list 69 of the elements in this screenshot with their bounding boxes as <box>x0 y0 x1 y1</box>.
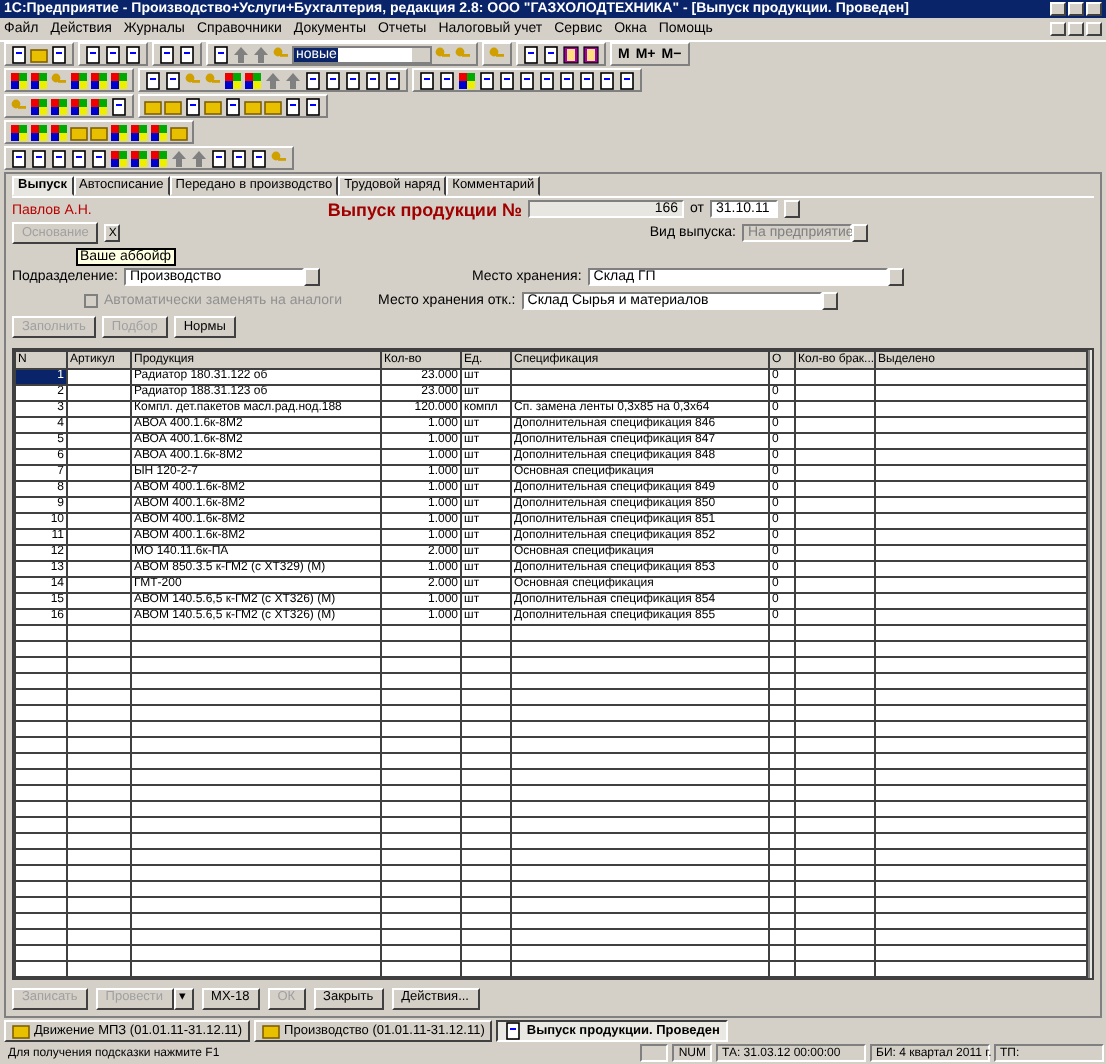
colored-squares-icon[interactable] <box>458 71 476 90</box>
calendar-button[interactable] <box>783 200 800 219</box>
document-icon[interactable] <box>84 45 102 64</box>
scrollbar[interactable] <box>1088 349 1092 978</box>
document-icon[interactable] <box>598 71 616 90</box>
document-icon[interactable] <box>618 71 636 90</box>
colored-squares-icon[interactable] <box>150 123 168 142</box>
document-icon[interactable] <box>10 45 28 64</box>
document-icon[interactable] <box>438 71 456 90</box>
colored-squares-icon[interactable] <box>244 71 262 90</box>
colored-squares-icon[interactable] <box>90 97 108 116</box>
document-icon[interactable] <box>70 149 88 168</box>
status-panel <box>640 1044 669 1063</box>
document-icon[interactable] <box>158 45 176 64</box>
colored-squares-icon[interactable] <box>10 123 28 142</box>
document-icon[interactable] <box>104 45 122 64</box>
document-icon[interactable] <box>384 71 402 90</box>
document-icon[interactable] <box>144 71 162 90</box>
document-icon[interactable] <box>558 71 576 90</box>
dropdown-button[interactable] <box>852 224 868 243</box>
document-icon[interactable] <box>344 71 362 90</box>
colored-squares-icon[interactable] <box>70 97 88 116</box>
document-icon[interactable] <box>110 97 128 116</box>
colored-squares-icon[interactable] <box>224 71 242 90</box>
colored-squares-icon[interactable] <box>90 71 108 90</box>
document-icon[interactable] <box>518 71 536 90</box>
document-icon[interactable] <box>10 149 28 168</box>
document-icon[interactable] <box>30 149 48 168</box>
colored-squares-icon[interactable] <box>30 123 48 142</box>
document-icon[interactable] <box>210 149 228 168</box>
colored-squares-icon[interactable] <box>130 123 148 142</box>
document-icon[interactable] <box>230 149 248 168</box>
document-icon[interactable] <box>498 71 516 90</box>
document-icon[interactable] <box>364 71 382 90</box>
colored-squares-icon[interactable] <box>30 97 48 116</box>
document-icon[interactable] <box>418 71 436 90</box>
colored-squares-icon[interactable] <box>30 71 48 90</box>
document-icon[interactable] <box>50 149 68 168</box>
colored-squares-icon[interactable] <box>50 97 68 116</box>
colored-squares-icon[interactable] <box>150 149 168 168</box>
document-icon[interactable] <box>478 71 496 90</box>
document-icon[interactable] <box>542 45 560 64</box>
colored-squares-icon[interactable] <box>110 123 128 142</box>
document-icon[interactable] <box>164 71 182 90</box>
colored-squares-icon[interactable] <box>130 149 148 168</box>
folder-icon <box>12 1021 30 1040</box>
document-title: Выпуск продукции № <box>327 199 523 220</box>
document-icon[interactable] <box>578 71 596 90</box>
colored-squares-icon[interactable] <box>50 123 68 142</box>
colored-squares-icon[interactable] <box>110 71 128 90</box>
document-icon[interactable] <box>538 71 556 90</box>
document-icon[interactable] <box>124 45 142 64</box>
document-icon[interactable] <box>284 97 302 116</box>
document-icon[interactable] <box>184 97 202 116</box>
colored-squares-icon[interactable] <box>70 71 88 90</box>
document-icon <box>504 1021 523 1040</box>
colored-squares-icon[interactable] <box>110 149 128 168</box>
document-icon[interactable] <box>522 45 540 64</box>
document-icon[interactable] <box>212 45 230 64</box>
document-icon[interactable] <box>304 97 322 116</box>
document-icon[interactable] <box>50 45 68 64</box>
folder-icon <box>262 1021 281 1040</box>
document-icon[interactable] <box>304 71 322 90</box>
document-icon[interactable] <box>224 97 242 116</box>
document-icon[interactable] <box>324 71 342 90</box>
colored-squares-icon[interactable] <box>10 71 28 90</box>
document-icon[interactable] <box>250 149 268 168</box>
document-icon[interactable] <box>178 45 196 64</box>
document-icon[interactable] <box>90 149 108 168</box>
